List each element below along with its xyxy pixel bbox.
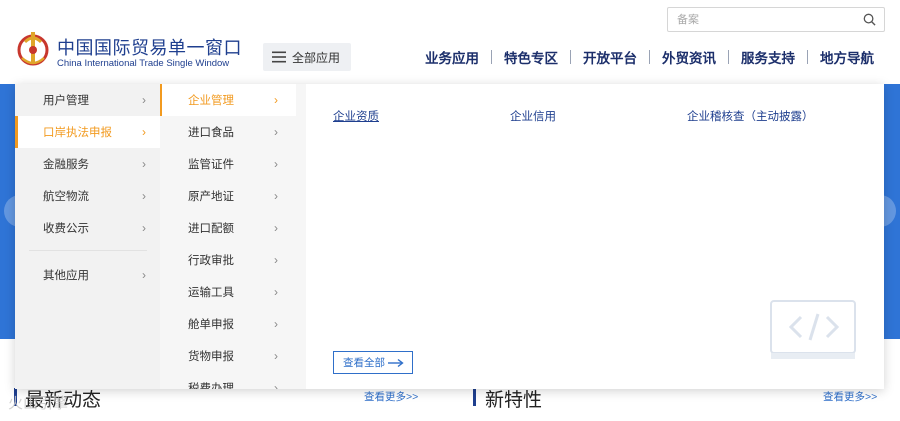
watermark: 火山引擎 [8,395,69,412]
submenu-item-label: 进口食品 [188,127,234,139]
submenu-item-label: 行政审批 [188,255,234,267]
submenu-item-label: 运输工具 [188,287,234,299]
submenu-item-label: 企业管理 [188,95,234,107]
main-nav: 业务应用 特色专区 开放平台 外贸资讯 服务支持 地方导航 [413,47,886,67]
brand-subtitle: China International Trade Single Window [57,58,230,69]
menu-item-other-apps[interactable]: 其他应用 › [15,259,160,291]
menu-item-port-declaration[interactable]: 口岸执法申报 › [15,116,160,148]
menu-level1: 用户管理 › 口岸执法申报 › 金融服务 › 航空物流 › 收费公示 › 其他应… [15,84,160,389]
arrow-right-icon [388,358,404,368]
chevron-right-icon: › [142,93,146,107]
chevron-right-icon: › [142,157,146,171]
submenu-item-label: 进口配额 [188,223,234,235]
chevron-right-icon: › [274,221,278,235]
chevron-right-icon: › [274,157,278,171]
page: 中国国际贸易单一窗口 China International Trade Sin… [0,0,900,421]
submenu-item-transport-vehicles[interactable]: 运输工具 › [160,276,296,308]
nav-open-platform[interactable]: 开放平台 [571,47,649,67]
logo-icon [17,32,49,66]
submenu-item-label: 原产地证 [188,191,234,203]
menu-divider [29,250,147,251]
chevron-right-icon: › [274,349,278,363]
section-marker [473,388,476,406]
chevron-right-icon: › [142,125,146,139]
chevron-right-icon: › [274,381,278,389]
submenu-item-label: 货物申报 [188,351,234,363]
chevron-right-icon: › [274,93,278,107]
submenu-item-tax-processing[interactable]: 税费办理 › [160,372,296,389]
all-apps-label: 全部应用 [292,50,341,65]
code-icon [770,300,856,359]
search-icon[interactable] [863,13,876,26]
chevron-right-icon: › [142,221,146,235]
submenu-item-regulatory-certificates[interactable]: 监管证件 › [160,148,296,180]
submenu-item-imported-food[interactable]: 进口食品 › [160,116,296,148]
menu-item-financial-services[interactable]: 金融服务 › [15,148,160,180]
submenu-item-label: 税费办理 [188,383,234,389]
link-enterprise-qualification[interactable]: 企业资质 [333,108,379,124]
submenu-item-enterprise-management[interactable]: 企业管理 › [160,84,296,116]
menu-item-fee-disclosure[interactable]: 收费公示 › [15,212,160,244]
all-apps-button[interactable]: 全部应用 [263,43,351,71]
submenu-item-goods-declaration[interactable]: 货物申报 › [160,340,296,372]
chevron-right-icon: › [274,317,278,331]
brand-title: 中国国际贸易单一窗口 [57,38,242,58]
submenu-item-import-quota[interactable]: 进口配额 › [160,212,296,244]
nav-service-support[interactable]: 服务支持 [729,47,807,67]
submenu-item-certificate-of-origin[interactable]: 原产地证 › [160,180,296,212]
menu-item-user-management[interactable]: 用户管理 › [15,84,160,116]
menu-item-label: 收费公示 [43,223,89,235]
submenu-item-administrative-approval[interactable]: 行政审批 › [160,244,296,276]
search-box[interactable] [667,7,885,32]
nav-local-navigation[interactable]: 地方导航 [808,47,886,67]
menu-item-label: 航空物流 [43,191,89,203]
new-features-more-link[interactable]: 查看更多>> [823,389,877,404]
latest-news-more-link[interactable]: 查看更多>> [364,389,418,404]
menu-item-label: 用户管理 [43,95,89,107]
chevron-right-icon: › [274,189,278,203]
menu-item-air-logistics[interactable]: 航空物流 › [15,180,160,212]
menu-item-label: 金融服务 [43,159,89,171]
menu-level2: 企业管理 › 进口食品 › 监管证件 › 原产地证 › 进口配额 › 行政审批 … [160,84,306,389]
view-all-button[interactable]: 查看全部 [333,351,413,374]
link-enterprise-credit[interactable]: 企业信用 [510,108,556,124]
mega-menu-panel: 用户管理 › 口岸执法申报 › 金融服务 › 航空物流 › 收费公示 › 其他应… [15,84,884,389]
chevron-right-icon: › [274,253,278,267]
submenu-item-manifest-declaration[interactable]: 舱单申报 › [160,308,296,340]
menu-icon [272,51,286,63]
chevron-right-icon: › [274,125,278,139]
nav-trade-news[interactable]: 外贸资讯 [650,47,728,67]
submenu-item-label: 监管证件 [188,159,234,171]
search-input[interactable] [668,8,848,31]
view-all-label: 查看全部 [343,357,385,369]
nav-business-apps[interactable]: 业务应用 [413,47,491,67]
chevron-right-icon: › [142,189,146,203]
submenu-item-label: 舱单申报 [188,319,234,331]
chevron-right-icon: › [142,268,146,282]
link-enterprise-audit[interactable]: 企业稽核查（主动披露） [687,108,814,124]
nav-featured-zone[interactable]: 特色专区 [492,47,570,67]
header: 中国国际贸易单一窗口 China International Trade Sin… [0,0,900,84]
menu-item-label: 其他应用 [43,270,89,282]
chevron-right-icon: › [274,285,278,299]
menu-item-label: 口岸执法申报 [43,127,112,139]
new-features-title: 新特性 [485,390,543,411]
menu-links-area: 企业资质 企业信用 企业稽核查（主动披露） 查看全部 [306,84,884,389]
